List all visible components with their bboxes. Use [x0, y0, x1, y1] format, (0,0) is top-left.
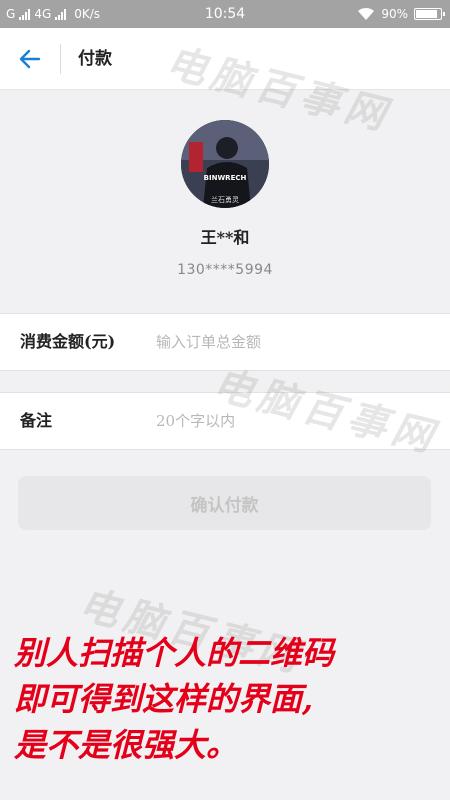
amount-label: 消费金额(元): [20, 332, 116, 351]
nav-bar: 付款: [0, 28, 450, 90]
caption-line-2: 即可得到这样的界面,: [14, 680, 314, 718]
user-name: 王**和: [200, 228, 250, 247]
caption-overlay: 别人扫描个人的二维码 即可得到这样的界面, 是不是很强大。: [14, 630, 444, 768]
back-button[interactable]: [10, 39, 50, 79]
back-arrow-icon: [19, 49, 41, 69]
caption-line-3: 是不是很强大。: [14, 726, 239, 764]
note-label: 备注: [20, 411, 53, 430]
note-input[interactable]: [156, 401, 426, 441]
caption-line-1: 别人扫描个人的二维码: [14, 634, 335, 672]
status-bar: G 4G 0K/s 10:54 90%: [0, 0, 450, 28]
battery-icon: [414, 8, 445, 20]
amount-row: 消费金额(元): [0, 313, 450, 371]
nav-divider: [60, 44, 61, 74]
note-row: 备注: [0, 392, 450, 450]
user-phone: 130****5994: [177, 262, 273, 278]
status-right: 90%: [357, 0, 445, 28]
battery-percent: 90%: [381, 7, 408, 21]
avatar-caption: 兰石勇灵: [211, 195, 239, 204]
confirm-payment-button[interactable]: 确认付款: [18, 476, 431, 530]
amount-input[interactable]: [156, 322, 426, 362]
page-title: 付款: [78, 49, 112, 69]
avatar: BINWRECH 兰石勇灵: [181, 120, 269, 208]
wifi-icon: [358, 7, 375, 20]
avatar-shirt-text: BINWRECH: [204, 174, 247, 182]
